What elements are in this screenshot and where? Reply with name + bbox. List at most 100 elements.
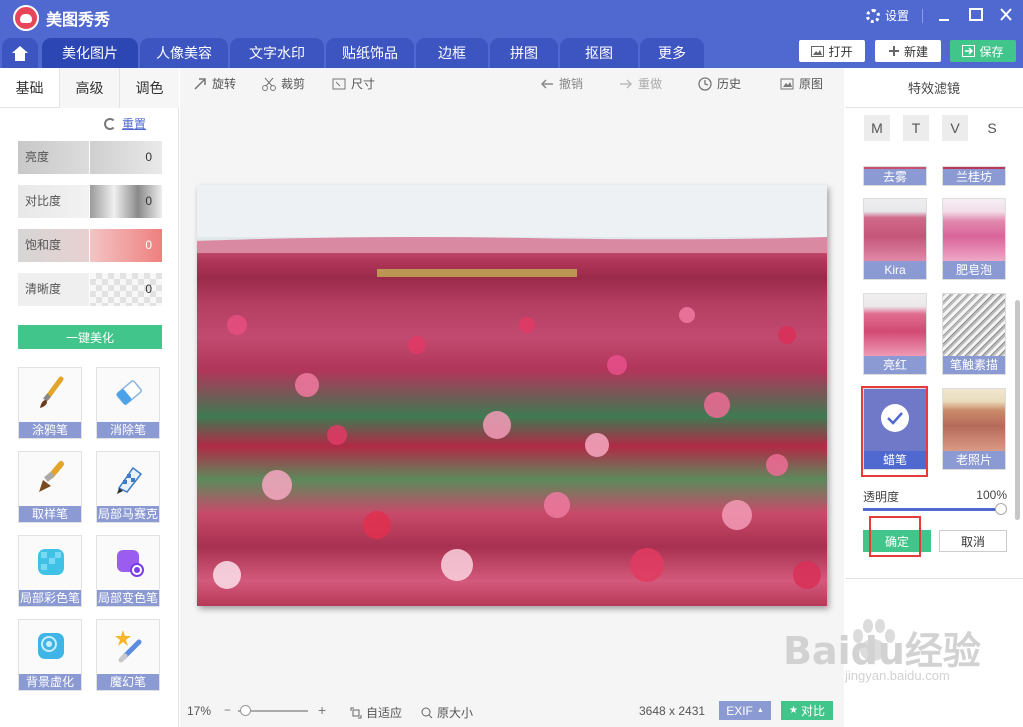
filter-bright-red[interactable]: 亮红 xyxy=(863,293,927,375)
doodle-pen-label: 涂鸦笔 xyxy=(19,422,81,438)
scissors-icon xyxy=(262,77,276,91)
resize-label: 尺寸 xyxy=(351,77,376,91)
tab-beautify[interactable]: 美化图片 xyxy=(42,38,138,68)
baidu-watermark-url: jingyan.baidu.com xyxy=(845,668,950,683)
window-controls-divider xyxy=(922,9,923,23)
crop-button[interactable]: 裁剪 xyxy=(262,75,305,92)
canvas-area: 旋转 裁剪 尺寸 撤销 重做 历史 原图 17% − + 自适应 原大小 364… xyxy=(180,68,844,727)
compare-button[interactable]: ★ 对比 xyxy=(781,701,833,720)
baidu-watermark: Baidu经验 xyxy=(783,629,981,673)
tab-border[interactable]: 边框 xyxy=(416,38,488,68)
sharpness-value: 0 xyxy=(90,273,162,306)
history-label: 历史 xyxy=(717,77,742,91)
filter-defog[interactable]: 去雾 xyxy=(863,166,927,186)
redo-button[interactable]: 重做 xyxy=(619,75,662,92)
filter-category-t[interactable]: T xyxy=(903,115,929,141)
reset-icon xyxy=(104,117,116,130)
crayon-selection-highlight xyxy=(861,386,928,477)
tab-portrait[interactable]: 人像美容 xyxy=(140,38,228,68)
filter-sketch[interactable]: 笔触素描 xyxy=(942,293,1006,375)
filter-category-s[interactable]: S xyxy=(979,115,1005,141)
tab-color[interactable]: 调色 xyxy=(120,68,179,108)
blur-background-icon xyxy=(38,633,64,659)
history-button[interactable]: 历史 xyxy=(698,75,741,92)
contrast-slider[interactable]: 对比度 0 xyxy=(18,185,162,218)
actual-size-button[interactable]: 原大小 xyxy=(421,704,473,721)
fit-icon xyxy=(350,707,362,718)
close-button[interactable] xyxy=(996,6,1016,24)
sample-brush-icon xyxy=(39,461,64,492)
local-recolor-pen-tool[interactable]: 局部变色笔 xyxy=(96,535,160,607)
local-mosaic-label: 局部马赛克 xyxy=(97,506,159,522)
photo-canvas[interactable] xyxy=(197,185,827,606)
exif-button[interactable]: EXIF ▲ xyxy=(719,701,771,720)
resize-button[interactable]: 尺寸 xyxy=(332,75,375,92)
zoom-in-button[interactable]: + xyxy=(318,702,326,718)
sample-pen-tool[interactable]: 取样笔 xyxy=(18,451,82,523)
cancel-button[interactable]: 取消 xyxy=(939,530,1007,552)
paintbrush-icon xyxy=(40,376,64,408)
flower-field-image xyxy=(197,185,827,589)
crop-label: 裁剪 xyxy=(281,77,306,91)
filter-lan-kwai-fong[interactable]: 兰桂坊 xyxy=(942,166,1006,186)
home-tab[interactable] xyxy=(2,38,38,68)
brightness-value: 0 xyxy=(90,141,162,174)
image-dimensions: 3648 x 2431 xyxy=(639,704,706,718)
eraser-pen-label: 消除笔 xyxy=(97,422,159,438)
filter-kira[interactable]: Kira xyxy=(863,198,927,280)
image-icon xyxy=(811,45,825,57)
saturation-slider[interactable]: 饱和度 0 xyxy=(18,229,162,262)
tab-basic[interactable]: 基础 xyxy=(0,68,60,108)
tab-cutout[interactable]: 抠图 xyxy=(560,38,638,68)
new-button[interactable]: 新建 xyxy=(875,40,941,62)
eraser-pen-tool[interactable]: 消除笔 xyxy=(96,367,160,439)
sharpness-slider[interactable]: 清晰度 0 xyxy=(18,273,162,306)
exif-label: EXIF xyxy=(726,703,753,718)
original-button[interactable]: 原图 xyxy=(780,75,823,92)
app-window: 美图秀秀 设置 美化图片 人像美容 文字水印 贴纸饰品 边框 拼图 抠图 更多 xyxy=(0,0,1023,727)
tab-advanced[interactable]: 高级 xyxy=(60,68,120,108)
tab-text-watermark[interactable]: 文字水印 xyxy=(230,38,324,68)
tab-stickers[interactable]: 贴纸饰品 xyxy=(326,38,414,68)
save-button[interactable]: 保存 xyxy=(950,40,1016,62)
zoom-out-button[interactable]: − xyxy=(224,703,231,717)
redo-label: 重做 xyxy=(638,77,663,91)
open-label: 打开 xyxy=(828,44,853,59)
background-blur-label: 背景虚化 xyxy=(19,674,81,690)
minimize-button[interactable] xyxy=(934,6,954,24)
undo-button[interactable]: 撤销 xyxy=(540,75,583,92)
tab-more[interactable]: 更多 xyxy=(640,38,704,68)
opacity-slider[interactable] xyxy=(863,508,1003,511)
filter-category-v[interactable]: V xyxy=(942,115,968,141)
color-pen-icon xyxy=(38,549,64,575)
filters-scrollbar[interactable] xyxy=(1015,300,1020,520)
magic-pen-tool[interactable]: 魔幻笔 xyxy=(96,619,160,691)
brightness-label: 亮度 xyxy=(18,141,90,174)
zoom-slider-knob[interactable] xyxy=(240,705,251,716)
saturation-value: 0 xyxy=(90,229,162,262)
doodle-pen-tool[interactable]: 涂鸦笔 xyxy=(18,367,82,439)
reset-button[interactable]: 重置 xyxy=(104,115,146,132)
opacity-row: 透明度 100% xyxy=(863,488,1007,505)
fit-label: 自适应 xyxy=(366,706,403,720)
fit-window-button[interactable]: 自适应 xyxy=(350,704,402,721)
rotate-button[interactable]: 旋转 xyxy=(193,75,236,92)
opacity-slider-knob[interactable] xyxy=(995,503,1007,515)
open-button[interactable]: 打开 xyxy=(799,40,865,62)
picture-icon xyxy=(780,78,794,89)
one-click-beautify-button[interactable]: 一键美化 xyxy=(18,325,162,349)
settings-button[interactable]: 设置 xyxy=(866,7,909,24)
title-bar: 美图秀秀 设置 美化图片 人像美容 文字水印 贴纸饰品 边框 拼图 抠图 更多 xyxy=(0,0,1023,68)
filter-category-m[interactable]: M xyxy=(864,115,890,141)
maximize-button[interactable] xyxy=(966,6,986,24)
background-blur-tool[interactable]: 背景虚化 xyxy=(18,619,82,691)
local-mosaic-tool[interactable]: 局部马赛克 xyxy=(96,451,160,523)
soap-bubble-thumbnail xyxy=(943,199,1005,261)
local-color-pen-tool[interactable]: 局部彩色笔 xyxy=(18,535,82,607)
undo-arrow-icon xyxy=(540,78,553,89)
tab-collage[interactable]: 拼图 xyxy=(490,38,558,68)
brightness-slider[interactable]: 亮度 0 xyxy=(18,141,162,174)
filter-old-photo[interactable]: 老照片 xyxy=(942,388,1006,470)
settings-label: 设置 xyxy=(885,9,910,23)
filter-soap-bubble[interactable]: 肥皂泡 xyxy=(942,198,1006,280)
